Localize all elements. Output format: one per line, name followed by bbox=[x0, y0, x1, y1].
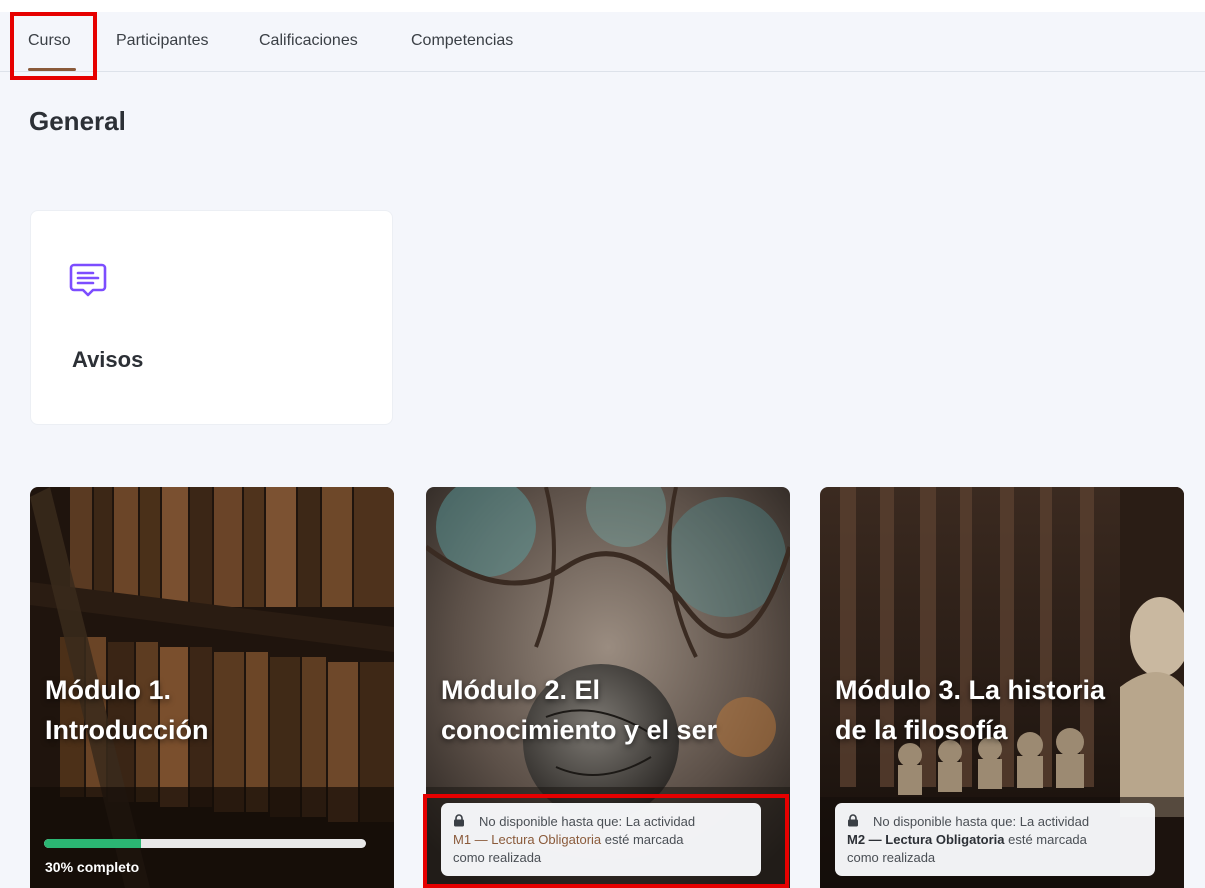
progress-bar bbox=[44, 839, 366, 848]
avisos-label: Avisos bbox=[72, 347, 144, 372]
module-title: Módulo 1. Introducción bbox=[45, 675, 209, 745]
tab-participantes[interactable]: Participantes bbox=[116, 32, 209, 50]
forum-icon bbox=[69, 263, 107, 297]
module-title: Módulo 3. La historia de la filosofía bbox=[835, 675, 1106, 745]
top-strip bbox=[0, 0, 1205, 12]
module-card-3[interactable]: Módulo 3. La historia de la filosofía No… bbox=[820, 487, 1184, 888]
avisos-card[interactable]: Avisos bbox=[30, 210, 393, 425]
progress-fill bbox=[44, 839, 141, 848]
course-tabs: Curso Participantes Calificaciones Compe… bbox=[0, 12, 1205, 72]
module-card-1[interactable]: Módulo 1. Introducción 30% completo bbox=[30, 487, 394, 888]
lock-icon bbox=[848, 814, 858, 827]
activity-link[interactable]: M2 — Lectura Obligatoria bbox=[847, 832, 1005, 847]
highlight-box-curso bbox=[10, 12, 97, 80]
tab-competencias[interactable]: Competencias bbox=[411, 32, 513, 50]
highlight-box-restriction bbox=[423, 794, 789, 888]
restriction-notice: No disponible hasta que: La actividad M2… bbox=[835, 803, 1155, 876]
section-title: General bbox=[29, 106, 126, 136]
tab-calificaciones[interactable]: Calificaciones bbox=[259, 32, 358, 50]
progress-label: 30% completo bbox=[45, 859, 140, 875]
module-title: Módulo 2. El conocimiento y el ser bbox=[441, 675, 718, 745]
